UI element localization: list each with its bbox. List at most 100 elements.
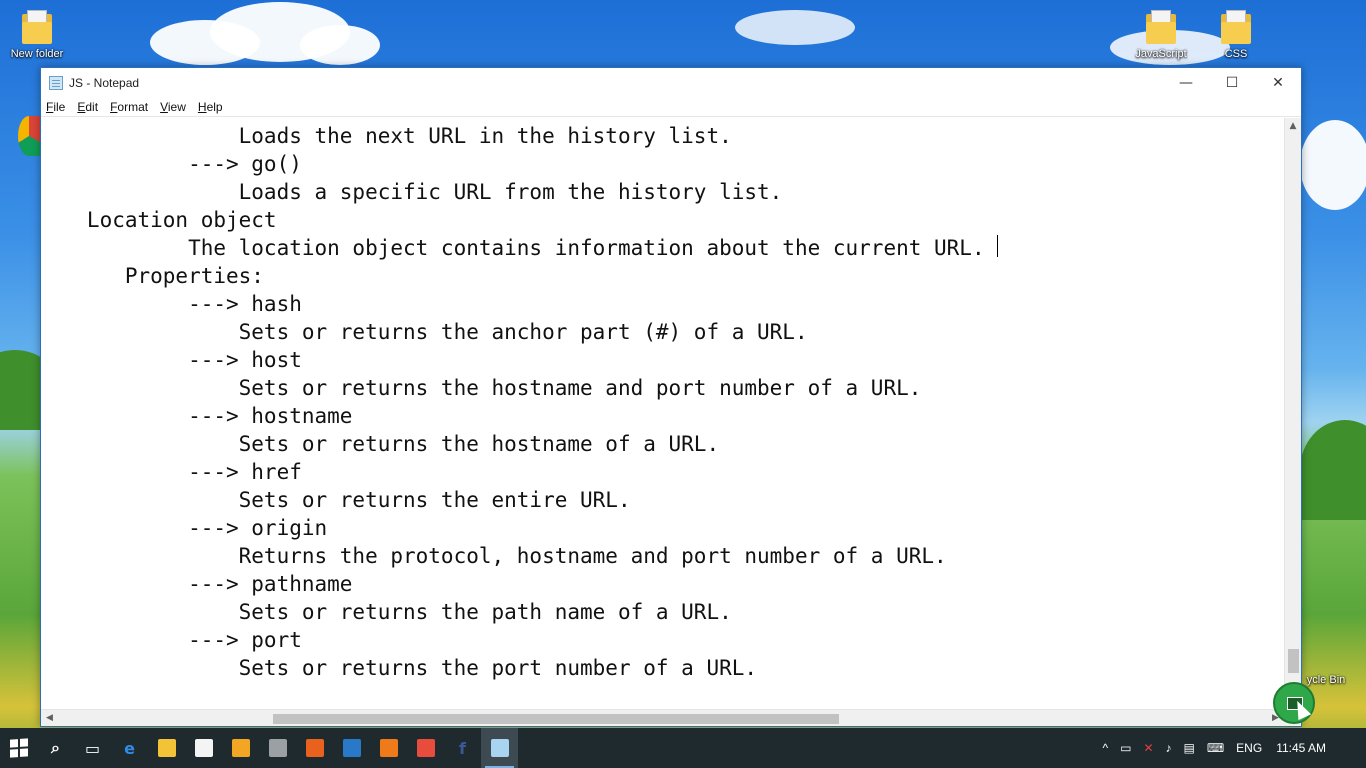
volume-icon[interactable]: ♪ bbox=[1160, 741, 1178, 755]
taskbar: ⌕ ▭ e f ^ ▭ ✕ ♪ ▤ ⌨ ENG 11:45 AM bbox=[0, 728, 1366, 768]
battery-icon[interactable]: ▭ bbox=[1114, 741, 1137, 755]
facebook-icon[interactable]: f bbox=[444, 728, 481, 768]
text-line[interactable]: ---> port bbox=[49, 626, 985, 654]
paint-icon[interactable] bbox=[370, 728, 407, 768]
recycle-bin-icon bbox=[1311, 640, 1341, 670]
menu-help-label: elp bbox=[206, 99, 223, 114]
store-icon-glyph bbox=[194, 739, 213, 757]
file-explorer-icon-glyph bbox=[157, 739, 176, 757]
task-view-icon[interactable]: ▭ bbox=[74, 728, 111, 768]
text-line[interactable]: ---> go() bbox=[49, 150, 985, 178]
task-view-icon-glyph: ▭ bbox=[84, 738, 101, 758]
film-icon[interactable] bbox=[259, 728, 296, 768]
text-line[interactable]: Sets or returns the hostname of a URL. bbox=[49, 430, 985, 458]
text-line[interactable]: ---> host bbox=[49, 346, 985, 374]
news-icon-glyph bbox=[342, 739, 361, 757]
menu-help[interactable]: Help bbox=[198, 100, 229, 114]
film-icon-glyph bbox=[268, 739, 287, 757]
cloud bbox=[1300, 120, 1366, 210]
text-line[interactable]: ---> hostname bbox=[49, 402, 985, 430]
text-line[interactable]: Loads the next URL in the history list. bbox=[49, 122, 985, 150]
scroll-up-arrow-icon[interactable]: ▲ bbox=[1285, 118, 1301, 135]
scroll-left-arrow-icon[interactable]: ◀ bbox=[41, 710, 58, 727]
close-button[interactable]: ✕ bbox=[1255, 68, 1301, 97]
notepad-icon bbox=[49, 75, 63, 90]
text-line[interactable]: Properties: bbox=[49, 262, 985, 290]
text-content[interactable]: Loads the next URL in the history list. … bbox=[49, 122, 985, 682]
text-caret bbox=[997, 235, 998, 257]
desktop-icon-css[interactable]: CSS bbox=[1201, 10, 1271, 60]
action-center-message-icon[interactable]: ▤ bbox=[1178, 741, 1201, 755]
text-line[interactable]: ---> origin bbox=[49, 514, 985, 542]
text-line[interactable]: The location object contains information… bbox=[49, 234, 985, 262]
media-player-icon-glyph bbox=[231, 739, 250, 757]
system-tray: ^ ▭ ✕ ♪ ▤ ⌨ ENG 11:45 AM bbox=[1096, 728, 1366, 768]
text-line[interactable]: ---> href bbox=[49, 458, 985, 486]
text-line[interactable]: ---> pathname bbox=[49, 570, 985, 598]
cloud bbox=[735, 10, 855, 45]
text-line[interactable]: Sets or returns the anchor part (#) of a… bbox=[49, 318, 985, 346]
notification-icon[interactable] bbox=[1336, 728, 1366, 768]
desktop-icon-label: CSS bbox=[1224, 48, 1248, 60]
notepad-window: JS - Notepad — ☐ ✕ File Edit Format View… bbox=[40, 67, 1302, 727]
menu-view-accel: V bbox=[160, 99, 168, 114]
horizontal-scrollbar[interactable]: ◀ ▶ bbox=[41, 709, 1284, 726]
trees bbox=[1300, 420, 1366, 520]
text-line[interactable]: Sets or returns the entire URL. bbox=[49, 486, 985, 514]
vertical-scroll-thumb[interactable] bbox=[1288, 649, 1299, 673]
minimize-button[interactable]: — bbox=[1163, 68, 1209, 97]
text-line[interactable]: Sets or returns the port number of a URL… bbox=[49, 654, 985, 682]
menu-edit[interactable]: Edit bbox=[77, 100, 104, 114]
media-player-icon[interactable] bbox=[222, 728, 259, 768]
keyboard-icon[interactable]: ⌨ bbox=[1201, 741, 1230, 755]
file-explorer-icon[interactable] bbox=[148, 728, 185, 768]
facebook-icon-glyph: f bbox=[459, 738, 466, 758]
notepad-icon-glyph bbox=[490, 739, 509, 757]
edge-icon[interactable]: e bbox=[111, 728, 148, 768]
news-icon[interactable] bbox=[333, 728, 370, 768]
vertical-scrollbar[interactable]: ▲ ▼ bbox=[1284, 118, 1301, 709]
start-button[interactable] bbox=[0, 728, 37, 768]
paint-icon-glyph bbox=[379, 739, 398, 757]
desktop-icon-recycle-bin[interactable]: ycle Bin bbox=[1296, 640, 1356, 686]
maximize-button[interactable]: ☐ bbox=[1209, 68, 1255, 97]
menu-view[interactable]: View bbox=[160, 100, 192, 114]
store-icon[interactable] bbox=[185, 728, 222, 768]
menu-format[interactable]: Format bbox=[110, 100, 154, 114]
firefox-icon[interactable] bbox=[296, 728, 333, 768]
menu-edit-label: dit bbox=[85, 99, 99, 114]
menu-file[interactable]: File bbox=[46, 100, 71, 114]
menu-help-accel: H bbox=[197, 99, 207, 114]
text-line[interactable]: Loads a specific URL from the history li… bbox=[49, 178, 985, 206]
chrome-desktop-icon[interactable] bbox=[18, 116, 40, 156]
search-icon-glyph: ⌕ bbox=[51, 738, 60, 757]
cloud bbox=[300, 25, 380, 65]
menu-format-label: ormat bbox=[117, 99, 149, 114]
clock[interactable]: 11:45 AM bbox=[1268, 741, 1336, 755]
network-icon[interactable]: ✕ bbox=[1137, 741, 1159, 755]
folder-icon bbox=[1146, 10, 1176, 44]
desktop-icon-label: New folder bbox=[10, 48, 64, 60]
windows-logo-icon bbox=[9, 738, 28, 758]
folder-icon bbox=[22, 10, 52, 44]
text-line[interactable]: Location object bbox=[49, 206, 985, 234]
text-line[interactable]: Sets or returns the hostname and port nu… bbox=[49, 374, 985, 402]
desktop-icon-javascript[interactable]: JavaScript bbox=[1126, 10, 1196, 60]
window-title: JS - Notepad bbox=[69, 75, 140, 90]
desktop-icon-new-folder[interactable]: New folder bbox=[2, 10, 72, 60]
text-line[interactable]: Sets or returns the path name of a URL. bbox=[49, 598, 985, 626]
text-line[interactable]: ---> hash bbox=[49, 290, 985, 318]
search-icon[interactable]: ⌕ bbox=[37, 728, 74, 768]
chrome-icon[interactable] bbox=[407, 728, 444, 768]
language-indicator[interactable]: ENG bbox=[1230, 741, 1268, 755]
text-line[interactable]: Returns the protocol, hostname and port … bbox=[49, 542, 985, 570]
firefox-icon-glyph bbox=[305, 739, 324, 757]
text-editor[interactable]: Loads the next URL in the history list. … bbox=[41, 118, 1284, 709]
chrome-icon-glyph bbox=[416, 739, 435, 757]
desktop-icon-label: JavaScript bbox=[1135, 48, 1187, 60]
title-bar[interactable]: JS - Notepad — ☐ ✕ bbox=[41, 68, 1301, 97]
show-hidden-icons-button[interactable]: ^ bbox=[1096, 741, 1114, 755]
folder-icon bbox=[1221, 10, 1251, 44]
horizontal-scroll-thumb[interactable] bbox=[273, 714, 839, 724]
notepad-icon[interactable] bbox=[481, 728, 518, 768]
